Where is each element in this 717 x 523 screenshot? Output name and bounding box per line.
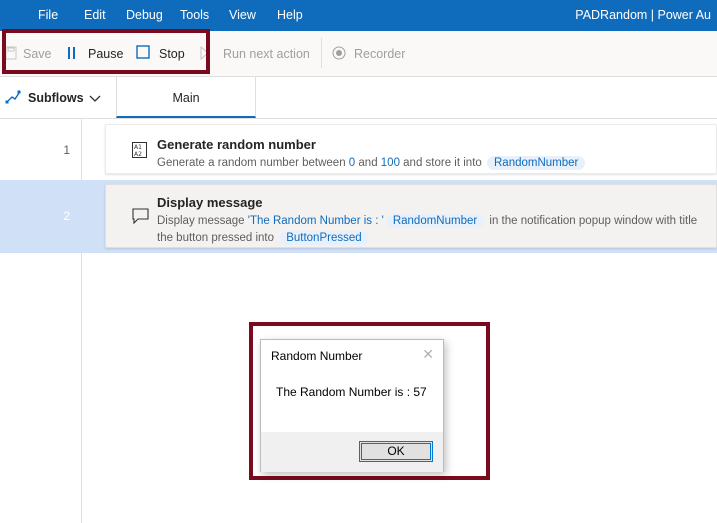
run-next-action-button[interactable]: Run next action: [223, 47, 310, 61]
tab-main[interactable]: Main: [116, 77, 256, 118]
action-description-line-2: the button pressed into ButtonPressed: [157, 231, 371, 245]
tabs-row: Subflows Main: [0, 77, 717, 119]
action-title: Generate random number: [157, 137, 316, 152]
svg-text:A1: A1: [134, 144, 142, 151]
close-icon[interactable]: ✕: [422, 346, 434, 363]
subflows-icon: [5, 90, 21, 107]
menu-tools[interactable]: Tools: [180, 8, 209, 22]
random-number-icon: A1 A2: [132, 142, 147, 161]
dialog-footer: OK: [261, 432, 443, 472]
dialog-title: Random Number: [271, 349, 363, 363]
variable-token: RandomNumber: [487, 156, 586, 170]
message-dialog: Random Number ✕ The Random Number is : 5…: [260, 339, 444, 472]
string-literal: 'The Random Number is : ': [247, 215, 384, 227]
ok-button[interactable]: OK: [359, 441, 433, 462]
toolbar-separator: [321, 38, 322, 68]
max-value: 100: [380, 157, 400, 169]
toolbar-highlight-box: [2, 29, 210, 74]
menu-view[interactable]: View: [229, 8, 256, 22]
action-title: Display message: [157, 195, 263, 210]
message-icon: [132, 208, 149, 227]
action-description: Generate a random number between 0 and 1…: [157, 156, 587, 170]
recorder-icon: [332, 46, 346, 63]
recorder-button[interactable]: Recorder: [354, 47, 405, 61]
menu-edit[interactable]: Edit: [84, 8, 106, 22]
menu-help[interactable]: Help: [277, 8, 303, 22]
action-description-line-1: Display message 'The Random Number is : …: [157, 214, 698, 228]
tab-main-label: Main: [172, 91, 200, 105]
window-title: PADRandom | Power Au: [575, 8, 711, 22]
subflows-toggle[interactable]: Subflows: [28, 91, 84, 105]
action-row-2[interactable]: 2 Display message Display message 'The R…: [0, 180, 717, 253]
menu-debug[interactable]: Debug: [126, 8, 163, 22]
chevron-down-icon[interactable]: [89, 92, 101, 106]
action-row-1[interactable]: 1 A1 A2 Generate random number Generate a…: [0, 121, 717, 177]
dialog-message: The Random Number is : 57: [276, 385, 427, 399]
line-number: 2: [63, 209, 70, 223]
variable-token: RandomNumber: [385, 214, 485, 228]
line-number: 1: [63, 143, 70, 157]
action-card[interactable]: Display message Display message 'The Ran…: [105, 184, 717, 248]
svg-text:A2: A2: [134, 151, 142, 158]
menu-file[interactable]: File: [38, 8, 58, 22]
action-card[interactable]: A1 A2 Generate random number Generate a r…: [105, 124, 717, 174]
variable-token: ButtonPressed: [279, 231, 369, 245]
menu-bar: File Edit Debug Tools View Help PADRando…: [0, 0, 717, 31]
